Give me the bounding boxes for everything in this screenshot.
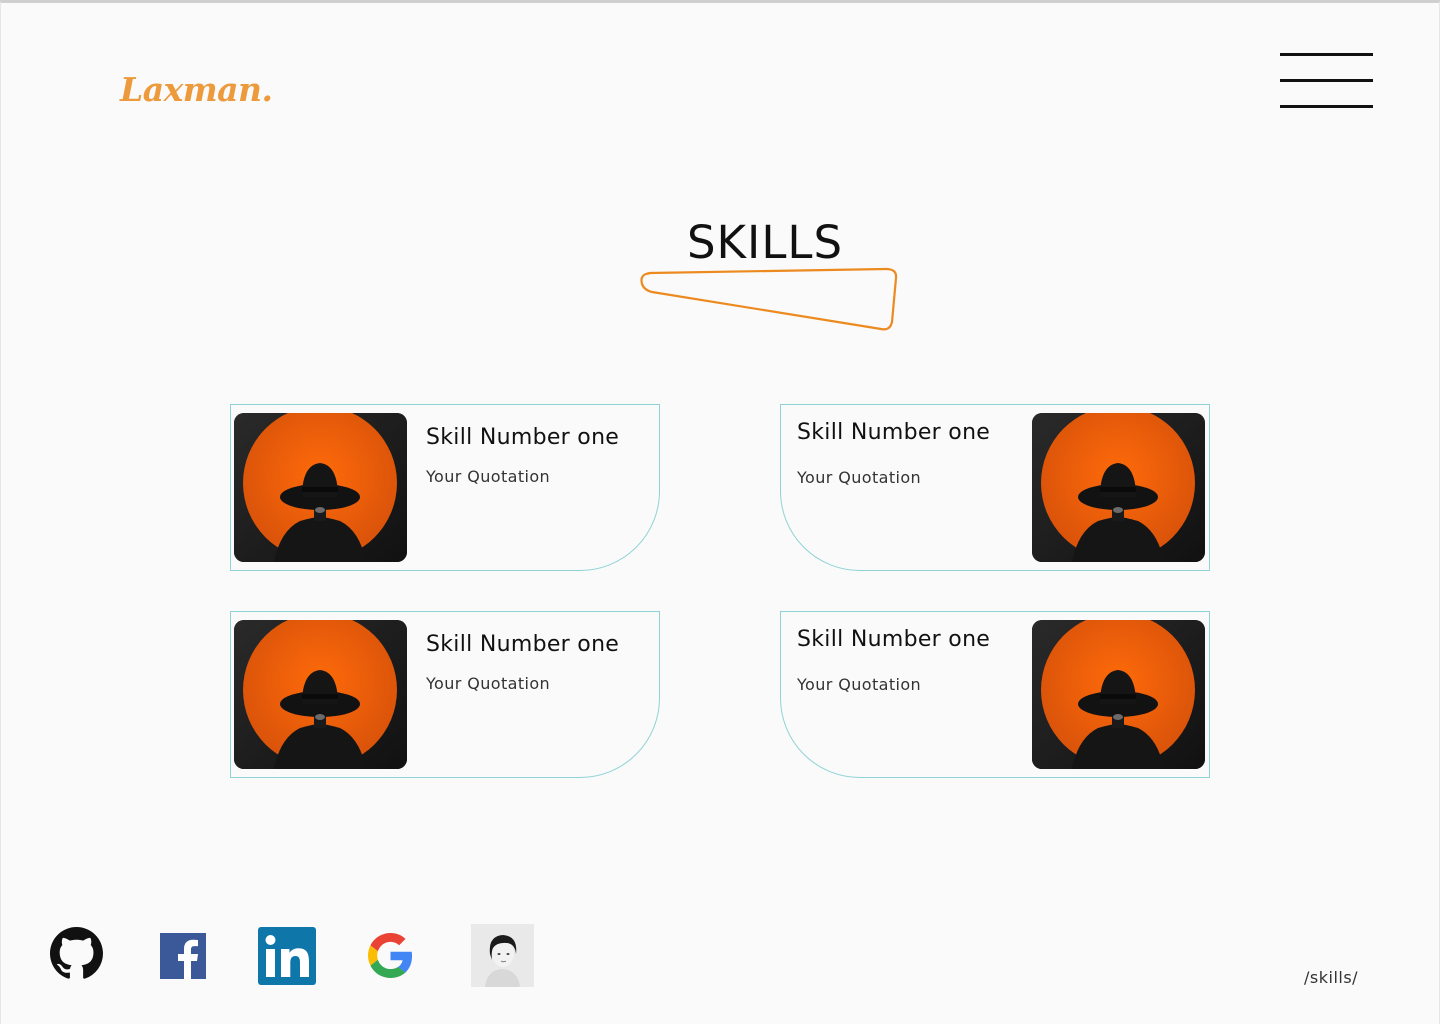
window-frame: [0, 0, 1440, 1024]
hamburger-menu-icon[interactable]: [1280, 52, 1373, 110]
skill-card[interactable]: Skill Number one Your Quotation: [230, 404, 660, 571]
google-icon[interactable]: [368, 933, 413, 978]
skill-quotation: Your Quotation: [797, 468, 922, 487]
skill-image: [1032, 413, 1205, 562]
skill-title: Skill Number one: [797, 420, 991, 445]
page-path: /skills/: [1304, 968, 1359, 987]
facebook-icon[interactable]: [160, 933, 206, 979]
skill-card[interactable]: Skill Number one Your Quotation: [780, 404, 1210, 571]
skill-card[interactable]: Skill Number one Your Quotation: [230, 611, 660, 778]
github-icon[interactable]: [50, 927, 103, 980]
linkedin-icon[interactable]: [258, 927, 316, 985]
skill-card[interactable]: Skill Number one Your Quotation: [780, 611, 1210, 778]
menu-line: [1280, 53, 1373, 56]
title-underline-shape: [640, 267, 898, 331]
skill-title: Skill Number one: [426, 632, 620, 657]
skill-quotation: Your Quotation: [426, 467, 551, 486]
page-title: SKILLS: [686, 216, 844, 269]
menu-line: [1280, 105, 1373, 108]
skill-image: [234, 620, 407, 769]
skill-title: Skill Number one: [426, 425, 620, 450]
skill-quotation: Your Quotation: [797, 675, 922, 694]
profile-photo[interactable]: [471, 924, 534, 987]
skill-image: [1032, 620, 1205, 769]
menu-line: [1280, 79, 1373, 82]
skill-quotation: Your Quotation: [426, 674, 551, 693]
skill-title: Skill Number one: [797, 627, 991, 652]
logo[interactable]: Laxman.: [120, 70, 273, 109]
skill-image: [234, 413, 407, 562]
